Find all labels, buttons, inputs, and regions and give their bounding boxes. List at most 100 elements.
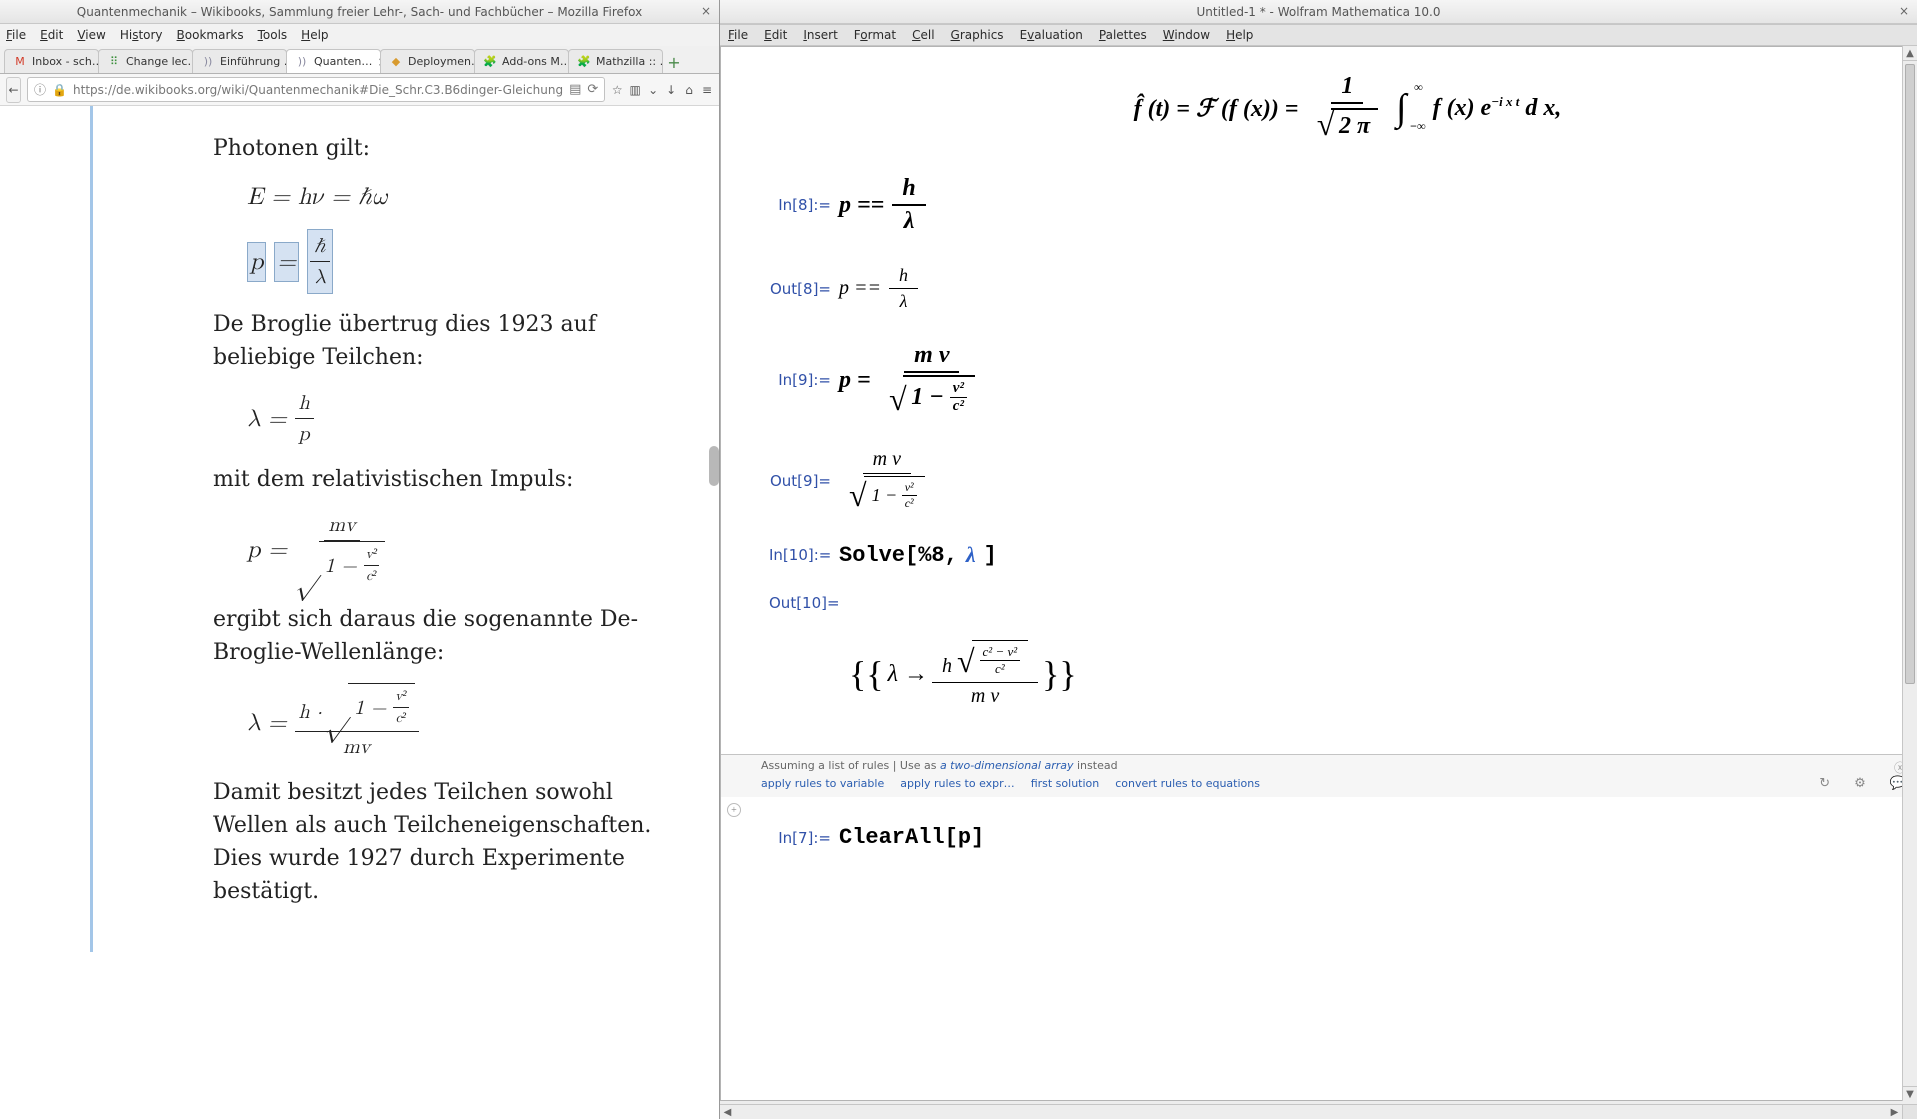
suggestion-alt-link[interactable]: a two-dimensional array — [940, 759, 1074, 772]
browser-tab[interactable]: ⠿ Change lec… — [98, 49, 193, 73]
mathematica-hscrollbar[interactable]: ◀ ▶ — [720, 1104, 1902, 1119]
mathematica-title-bar: Untitled-1 * - Wolfram Mathematica 10.0 … — [720, 0, 1917, 24]
menu-edit[interactable]: Edit — [40, 28, 63, 42]
tab-favicon-icon: )) — [201, 55, 215, 69]
cell-out8: Out[8]= p ==hλ — [769, 263, 1876, 314]
suggestion-bar: ⓧ Assuming a list of rules | Use as a tw… — [721, 754, 1916, 797]
article-content: Photonen gilt: E = hν = ℏω p = ℏλ De Bro… — [90, 106, 693, 952]
browser-tab[interactable]: M Inbox - sch… — [4, 49, 99, 73]
menu-file[interactable]: File — [6, 28, 26, 42]
back-button[interactable]: ← — [6, 77, 21, 103]
mathematica-area: f̂ (t) = ℱ (f (x)) = 12 π ∫∞−∞ f (x) e−i… — [720, 46, 1917, 1119]
suggestion-link[interactable]: apply rules to variable — [761, 777, 884, 790]
lock-icon[interactable]: 🔒 — [52, 83, 67, 97]
tab-label: Mathzilla :: … — [596, 55, 663, 68]
tab-label: Quanten… — [314, 55, 372, 68]
browser-tab[interactable]: ))Einführung … — [192, 49, 287, 73]
mm-menu-edit[interactable]: Edit — [764, 28, 787, 42]
mathematica-menubar: File Edit Insert Format Cell Graphics Ev… — [720, 24, 1917, 46]
cell-label-in9: In[9]:= — [769, 371, 839, 389]
firefox-scroll-thumb[interactable] — [709, 446, 719, 486]
article-p1: Photonen gilt: — [213, 132, 679, 165]
article-p3: mit dem relativistischen Impuls: — [213, 463, 679, 496]
mathematica-notebook[interactable]: f̂ (t) = ℱ (f (x)) = 12 π ∫∞−∞ f (x) e−i… — [720, 46, 1917, 1101]
library-icon[interactable]: ▥ — [629, 83, 641, 97]
cell-label-in10: In[10]:= — [769, 546, 839, 564]
firefox-tab-strip: M Inbox - sch… ⠿ Change lec…))Einführung …)… — [0, 46, 719, 74]
scroll-up-icon[interactable]: ▲ — [1903, 46, 1917, 61]
menu-tools[interactable]: Tools — [258, 28, 288, 42]
eq-energy: E = hν = ℏω — [247, 179, 679, 215]
mm-menu-format[interactable]: Format — [854, 28, 896, 42]
cell-in9[interactable]: In[9]:= p = m v 1 − v²c² — [769, 340, 1876, 420]
url-text: https://de.wikibooks.org/wiki/Quantenmec… — [73, 83, 563, 97]
new-cell-handle-icon[interactable]: + — [727, 803, 741, 817]
suggestion-link[interactable]: first solution — [1031, 777, 1100, 790]
cell-label-out8: Out[8]= — [769, 280, 839, 298]
pocket-icon[interactable]: ⌄ — [647, 83, 659, 97]
article-p4: ergibt sich daraus die sogenannte De-Bro… — [213, 603, 679, 669]
suggestion-settings-icon[interactable]: ⚙ — [1854, 776, 1866, 791]
firefox-viewport[interactable]: Photonen gilt: E = hν = ℏω p = ℏλ De Bro… — [0, 106, 719, 1119]
cell-in7[interactable]: In[7]:= ClearAll[p] — [769, 825, 1876, 850]
suggestion-refresh-icon[interactable]: ↻ — [1819, 776, 1830, 791]
mathematica-vscrollbar[interactable]: ▲ ▼ — [1902, 46, 1917, 1101]
article-p2: De Broglie übertrug dies 1923 auf belieb… — [213, 308, 679, 374]
suggestion-link[interactable]: convert rules to equations — [1115, 777, 1260, 790]
tab-favicon-icon: ⠿ — [107, 55, 121, 69]
cell-label-out10: Out[10]= — [769, 594, 839, 612]
new-tab-button[interactable]: + — [662, 51, 686, 73]
eq-lambda-hp: λ = hp — [247, 388, 679, 449]
scroll-right-icon[interactable]: ▶ — [1887, 1105, 1902, 1119]
mm-menu-cell[interactable]: Cell — [912, 28, 934, 42]
cell-in10[interactable]: In[10]:= Solve[%8, λ] — [769, 542, 1876, 568]
scroll-down-icon[interactable]: ▼ — [1903, 1086, 1917, 1101]
mm-menu-help[interactable]: Help — [1226, 28, 1253, 42]
cell-label-in7: In[7]:= — [769, 829, 839, 847]
downloads-icon[interactable]: ↓ — [665, 83, 677, 97]
tab-label: Change lec… — [126, 55, 193, 68]
hamburger-menu-icon[interactable]: ≡ — [701, 83, 713, 97]
eq-p-relativistic: p = mv 1 − v²c² — [247, 510, 679, 589]
url-bar[interactable]: ⓘ 🔒 https://de.wikibooks.org/wiki/Quante… — [27, 77, 605, 102]
fourier-transform-display: f̂ (t) = ℱ (f (x)) = 12 π ∫∞−∞ f (x) e−i… — [819, 71, 1876, 145]
firefox-nav-toolbar: ← ⓘ 🔒 https://de.wikibooks.org/wiki/Quan… — [0, 74, 719, 106]
mm-menu-insert[interactable]: Insert — [803, 28, 837, 42]
tab-favicon-icon: 🧩 — [483, 55, 497, 69]
tab-favicon-icon: 🧩 — [577, 55, 591, 69]
resize-grip-icon[interactable] — [1902, 1104, 1917, 1119]
cell-in8[interactable]: In[8]:= p ==hλ — [769, 173, 1876, 237]
browser-tab[interactable]: ◆Deploymen… — [380, 49, 475, 73]
tab-favicon-icon: M — [13, 55, 27, 69]
mathematica-title: Untitled-1 * - Wolfram Mathematica 10.0 — [1196, 5, 1440, 19]
menu-help[interactable]: Help — [301, 28, 328, 42]
browser-tab[interactable]: ))Quanten…× — [286, 49, 381, 73]
mm-menu-file[interactable]: File — [728, 28, 748, 42]
identity-icon[interactable]: ⓘ — [34, 81, 46, 98]
tab-label: Add-ons M… — [502, 55, 569, 68]
vscroll-thumb[interactable] — [1905, 64, 1915, 684]
mm-menu-evaluation[interactable]: Evaluation — [1020, 28, 1083, 42]
firefox-menubar: File Edit View History Bookmarks Tools H… — [0, 24, 719, 46]
firefox-close-icon[interactable]: × — [701, 4, 711, 18]
reload-icon[interactable]: ⟳ — [587, 82, 598, 97]
browser-tab[interactable]: 🧩 Add-ons M… — [474, 49, 569, 73]
cell-label-in8: In[8]:= — [769, 196, 839, 214]
tab-label: Inbox - sch… — [32, 55, 99, 68]
mm-menu-palettes[interactable]: Palettes — [1099, 28, 1147, 42]
suggestion-link[interactable]: apply rules to expr… — [900, 777, 1014, 790]
mathematica-close-icon[interactable]: × — [1899, 4, 1909, 18]
article-p5: Damit besitzt jedes Teilchen sowohl Well… — [213, 776, 679, 908]
menu-history[interactable]: History — [120, 28, 163, 42]
bookmark-star-icon[interactable]: ☆ — [611, 83, 623, 97]
home-icon[interactable]: ⌂ — [683, 83, 695, 97]
cell-out9: Out[9]= m v 1 − v²c² — [769, 446, 1876, 516]
menu-view[interactable]: View — [77, 28, 105, 42]
reader-mode-icon[interactable]: ▤ — [569, 82, 581, 97]
tab-favicon-icon: ◆ — [389, 55, 403, 69]
mm-menu-window[interactable]: Window — [1163, 28, 1210, 42]
mm-menu-graphics[interactable]: Graphics — [951, 28, 1004, 42]
browser-tab[interactable]: 🧩 Mathzilla :: … — [568, 49, 663, 73]
menu-bookmarks[interactable]: Bookmarks — [177, 28, 244, 42]
scroll-left-icon[interactable]: ◀ — [720, 1105, 735, 1119]
